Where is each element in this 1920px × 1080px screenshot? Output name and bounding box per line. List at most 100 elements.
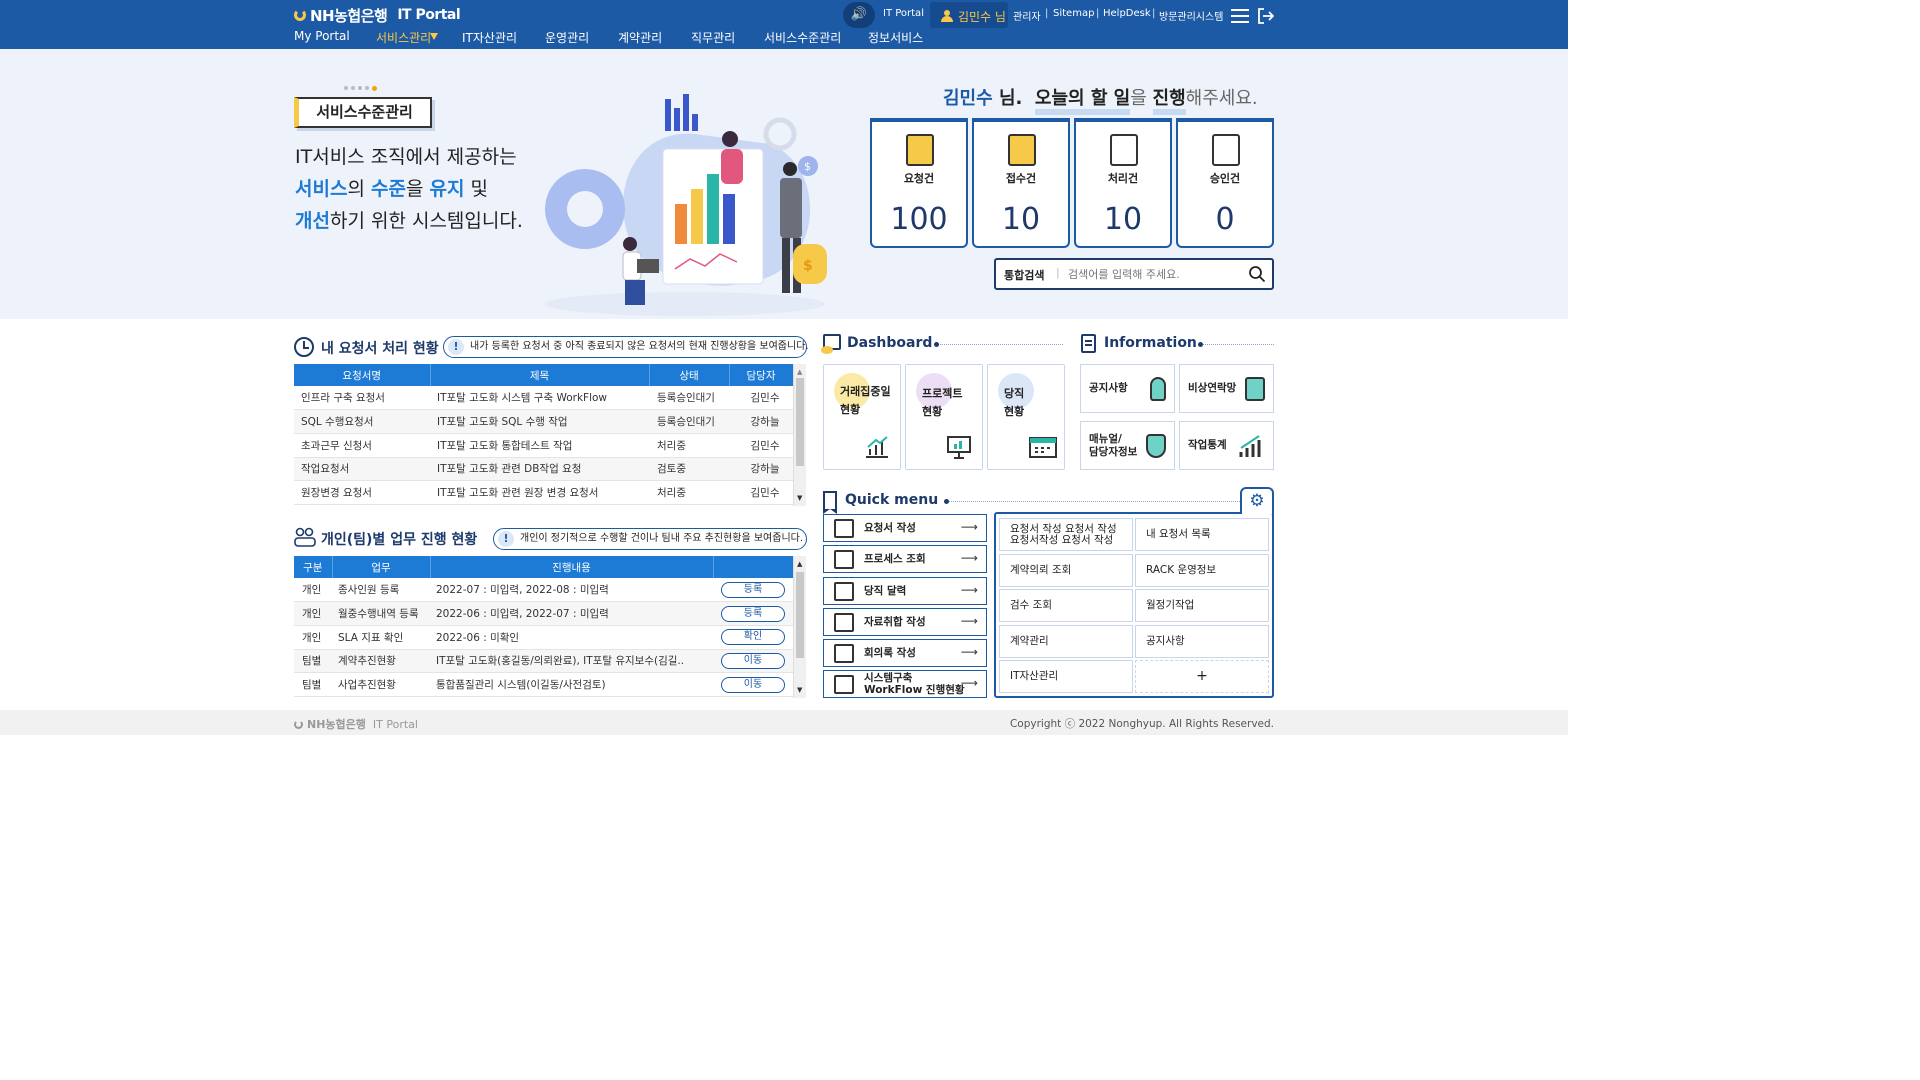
dash-tile-project[interactable]: 프로젝트 현황 bbox=[905, 364, 983, 470]
quick-cell-contract-mgmt[interactable]: 계약관리 bbox=[999, 625, 1133, 658]
table-row[interactable]: SQL 수행요청서 IT포탈 고도화 SQL 수행 작업 등록승인대기 강하늘 bbox=[294, 409, 793, 434]
tile-label: 공지사항 bbox=[1089, 382, 1128, 394]
dash-tile-duty[interactable]: 당직 현황 bbox=[987, 364, 1065, 470]
scroll-thumb[interactable] bbox=[796, 572, 804, 658]
table-cell: 개인 bbox=[294, 625, 332, 650]
logout-icon[interactable] bbox=[1257, 8, 1275, 24]
quick-btn-label: 시스템구축 WorkFlow 진행현황 bbox=[864, 672, 965, 696]
requests-table-wrap: 요청서명 제목 상태 담당자 인프라 구축 요청서 IT포탈 고도화 시스템 구축… bbox=[294, 364, 807, 506]
nav-sla[interactable]: 서비스수준관리 bbox=[764, 29, 841, 46]
stat-card-approved[interactable]: 승인건 0 bbox=[1176, 118, 1274, 248]
quick-cell-contract-inquiry[interactable]: 계약의뢰 조회 bbox=[999, 554, 1133, 587]
table-row[interactable]: 개인 월중수행내역 등록 2022-06 : 미입력, 2022-07 : 미입력 등… bbox=[294, 601, 793, 626]
stat-card-requested[interactable]: 요청건 100 bbox=[870, 118, 968, 248]
quick-btn-write-request[interactable]: 요청서 작성 ⟶ bbox=[823, 514, 987, 542]
quick-btn-minutes[interactable]: 회의록 작성 ⟶ bbox=[823, 639, 987, 667]
col-header[interactable]: 진행내용 bbox=[430, 556, 714, 578]
table-row[interactable]: 원장변경 요청서 IT포탈 고도화 관련 원장 변경 요청서 처리중 김민수 bbox=[294, 480, 793, 505]
quick-cell-inspection[interactable]: 검수 조회 bbox=[999, 589, 1133, 622]
nav-my-portal[interactable]: My Portal bbox=[294, 29, 350, 43]
info-tile-stats[interactable]: 작업통계 bbox=[1179, 421, 1274, 470]
table-row[interactable]: 초과근무 신청서 IT포탈 고도화 통합테스트 작업 처리중 김민수 bbox=[294, 433, 793, 458]
top-navigation-bar: NH농협은행 IT Portal 🔊 IT Portal 김민수 님 관리자 |… bbox=[0, 0, 1568, 49]
table-row[interactable]: 개인 종사인원 등록 2022-07 : 미입력, 2022-08 : 미입력 등록 bbox=[294, 578, 793, 603]
table-row[interactable]: 팀별 사업추진현황 통합품질관리 시스템(이길동/사전검토) 이동 bbox=[294, 672, 793, 697]
scroll-thumb[interactable] bbox=[796, 378, 804, 466]
tasks-tip: ! 개인이 정기적으로 수행할 건이나 팀내 주요 추진현황을 보여줍니다. bbox=[493, 528, 807, 550]
nav-info-service[interactable]: 정보서비스 bbox=[868, 29, 923, 46]
quick-cell-add[interactable]: + bbox=[1135, 660, 1269, 693]
rule-dot bbox=[1198, 342, 1203, 347]
requests-scrollbar[interactable]: ▲ ▼ bbox=[793, 364, 806, 506]
stat-label: 승인건 bbox=[1209, 172, 1241, 185]
col-header[interactable]: 상태 bbox=[649, 364, 730, 386]
info-tile-notice[interactable]: 공지사항 bbox=[1080, 364, 1175, 413]
quick-btn-data-collect[interactable]: 자료취합 작성 ⟶ bbox=[823, 608, 987, 636]
stat-label: 처리건 bbox=[1107, 172, 1139, 185]
scroll-down-icon[interactable]: ▼ bbox=[797, 686, 802, 694]
tile-label-2: 현황 bbox=[840, 403, 861, 416]
arrow-right-icon: ⟶ bbox=[960, 551, 978, 565]
row-action-button[interactable]: 이동 bbox=[721, 676, 785, 693]
menu-icon[interactable] bbox=[1231, 9, 1249, 23]
col-header[interactable]: 담당자 bbox=[729, 364, 794, 386]
nav-operation[interactable]: 운영관리 bbox=[545, 29, 589, 46]
stat-card-received[interactable]: 접수건 10 bbox=[972, 118, 1070, 248]
col-header[interactable]: 제목 bbox=[430, 364, 650, 386]
table-row[interactable]: 팀별 계약추진현황 IT포탈 고도화(홍길동/의뢰완료), IT포탈 유지보수(김길… bbox=[294, 649, 793, 674]
table-cell: 이동 bbox=[713, 649, 793, 674]
util-link-sitemap[interactable]: Sitemap bbox=[1053, 8, 1094, 19]
quick-btn-workflow[interactable]: 시스템구축 WorkFlow 진행현황 ⟶ bbox=[823, 670, 987, 698]
search-bar: 통합검색 | bbox=[994, 258, 1274, 290]
scroll-up-icon[interactable]: ▲ bbox=[797, 560, 802, 568]
tile-label-1: 프로젝트 bbox=[922, 387, 963, 400]
nav-it-asset[interactable]: IT자산관리 bbox=[462, 29, 517, 46]
hero-line-3: 개선하기 위한 시스템입니다. bbox=[295, 210, 523, 232]
info-tile-manual[interactable]: 매뉴얼/ 담당자정보 bbox=[1080, 421, 1175, 470]
search-icon[interactable] bbox=[1248, 265, 1266, 283]
footer: NH농협은행 IT Portal Copyright ⓒ 2022 Nonghy… bbox=[0, 710, 1568, 735]
search-input[interactable] bbox=[1068, 264, 1238, 284]
nav-service-mgmt[interactable]: 서비스관리 bbox=[376, 29, 431, 46]
tile-label-2: 현황 bbox=[1004, 405, 1025, 418]
quick-cell-rack-info[interactable]: RACK 운영정보 bbox=[1135, 554, 1269, 587]
nav-duty[interactable]: 직무관리 bbox=[691, 29, 735, 46]
table-cell: IT포탈 고도화 통합테스트 작업 bbox=[430, 433, 649, 458]
scroll-down-icon[interactable]: ▼ bbox=[797, 494, 802, 502]
col-header[interactable]: 요청서명 bbox=[294, 364, 431, 386]
table-row[interactable]: 작업요청서 IT포탈 고도화 관련 DB작업 요청 검토중 강하늘 bbox=[294, 457, 793, 482]
clipboard-checklist-icon bbox=[1110, 134, 1138, 166]
quick-cell-monthly-job[interactable]: 월정기작업 bbox=[1135, 589, 1269, 622]
info-icon: ! bbox=[448, 339, 464, 355]
stat-card-processed[interactable]: 처리건 10 bbox=[1074, 118, 1172, 248]
util-link-admin[interactable]: 관리자 bbox=[1013, 8, 1041, 23]
info-tile-emergency[interactable]: 비상연락망 bbox=[1179, 364, 1274, 413]
nav-contract[interactable]: 계약관리 bbox=[618, 29, 662, 46]
slide-indicator[interactable] bbox=[344, 86, 377, 91]
col-header[interactable]: 구분 bbox=[294, 556, 333, 578]
monitor-icon bbox=[821, 334, 841, 354]
row-action-button[interactable]: 확인 bbox=[721, 629, 785, 646]
speaker-icon[interactable]: 🔊 bbox=[843, 2, 875, 28]
tasks-scrollbar[interactable]: ▲ ▼ bbox=[793, 556, 806, 698]
brand-logo[interactable]: NH농협은행 IT Portal bbox=[294, 6, 461, 25]
quick-cell-notice[interactable]: 공지사항 bbox=[1135, 625, 1269, 658]
util-link-helpdesk[interactable]: HelpDesk bbox=[1103, 8, 1151, 19]
row-action-button[interactable]: 등록 bbox=[721, 605, 785, 622]
arrow-right-icon: ⟶ bbox=[960, 583, 978, 597]
table-row[interactable]: 개인 SLA 지표 확인 2022-06 : 미확인 확인 bbox=[294, 625, 793, 650]
row-action-button[interactable]: 등록 bbox=[721, 581, 785, 598]
table-cell: 확인 bbox=[713, 625, 793, 650]
dash-tile-peak-day[interactable]: 거래집중일 현황 bbox=[823, 364, 901, 470]
quick-cell-request-write[interactable]: 요청서 작성 요청서 작성 요청서작성 요청서 작성 bbox=[999, 518, 1133, 551]
util-link-visit[interactable]: 방문관리시스템 bbox=[1159, 8, 1223, 23]
row-action-button[interactable]: 이동 bbox=[721, 652, 785, 669]
gear-icon[interactable]: ⚙ bbox=[1240, 487, 1274, 514]
quick-cell-my-requests[interactable]: 내 요청서 목록 bbox=[1135, 518, 1269, 551]
quick-btn-process[interactable]: 프로세스 조회 ⟶ bbox=[823, 545, 987, 573]
col-header[interactable]: 업무 bbox=[332, 556, 431, 578]
quick-cell-it-asset[interactable]: IT자산관리 bbox=[999, 660, 1133, 693]
scroll-up-icon[interactable]: ▲ bbox=[797, 368, 802, 376]
quick-btn-duty-calendar[interactable]: 당직 달력 ⟶ bbox=[823, 577, 987, 605]
table-row[interactable]: 인프라 구축 요청서 IT포탈 고도화 시스템 구축 WorkFlow 등록승인대기… bbox=[294, 386, 793, 411]
